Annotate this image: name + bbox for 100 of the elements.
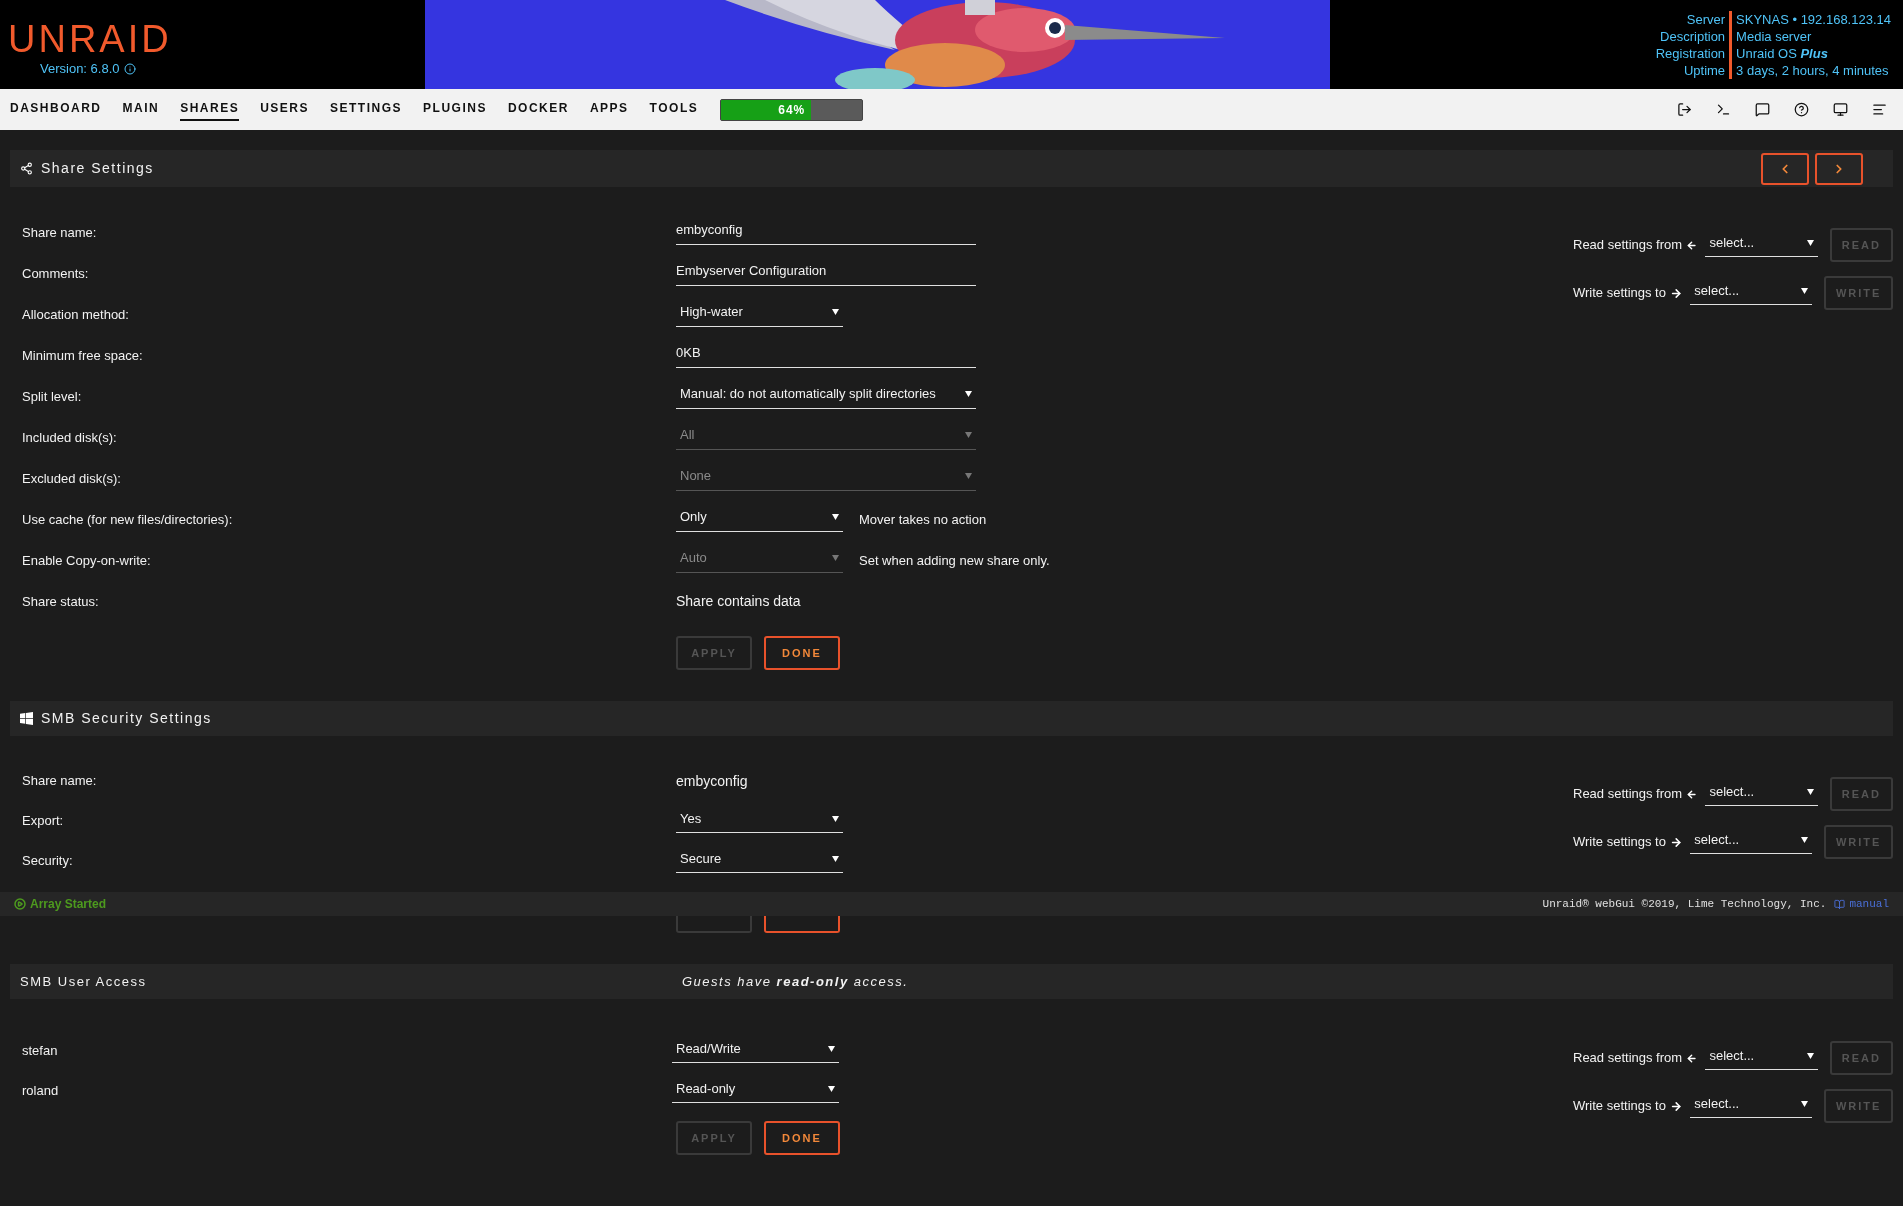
copy-label: Write settings to [1573,1097,1666,1116]
info-label: Server [1655,10,1733,28]
dropdown-caret-icon [1806,1052,1814,1059]
nav-tab[interactable]: MAIN [122,98,160,121]
section-title: Share Settings [41,159,154,178]
field-label: Security: [22,852,74,871]
select-field[interactable]: Read-only [672,1078,839,1104]
field-label: Enable Copy-on-write: [22,551,152,570]
input-field[interactable]: 0KB [676,343,976,368]
user-name: roland [22,1082,60,1101]
copy-label: Read settings from [1573,1049,1683,1068]
dropdown-caret-icon [1806,239,1814,246]
nav-tab[interactable]: USERS [260,98,310,121]
nav-tab[interactable]: SETTINGS [330,98,403,121]
field-note: Mover takes no action [859,510,987,529]
nav-tab[interactable]: TOOLS [649,98,699,121]
field-label: Excluded disk(s): [22,469,122,488]
dropdown-caret-icon [832,815,839,822]
field-value: embyconfig [676,771,748,791]
select-field[interactable]: Only [676,507,843,532]
info-label: Uptime [1655,61,1733,79]
arrow-right-icon [1669,835,1683,849]
logout-icon[interactable] [1677,102,1692,117]
feedback-icon[interactable] [1755,102,1770,117]
field-label: Split level: [22,387,83,406]
logo: UNRAID [8,18,173,59]
copy-label: Write settings to [1573,284,1666,303]
user-name: stefan [22,1042,59,1061]
select-field[interactable]: select... [1705,232,1818,258]
dropdown-caret-icon [832,855,839,862]
field-label: Use cache (for new files/directories): [22,510,234,529]
info-value: 3 days, 2 hours, 4 minutes [1735,61,1890,79]
copy-label: Read settings from [1573,785,1683,804]
guest-access-note: Guests have read-only access. [682,972,909,991]
windows-icon [20,712,33,725]
field-label: Share name: [22,223,98,242]
select-field[interactable]: Manual: do not automatically split directories [676,384,976,409]
info-icon[interactable] [123,62,136,75]
done-button[interactable]: DONE [764,1121,840,1155]
previous-button[interactable] [1761,152,1809,185]
copy-label: Write settings to [1573,833,1666,852]
nav-tab[interactable]: APPS [589,98,629,121]
dropdown-caret-icon [1806,788,1814,795]
version-text: Version: 6.8.0 [40,59,120,78]
dropdown-caret-icon [828,1045,835,1052]
input-field[interactable]: embyconfig [676,220,976,245]
field-label: Export: [22,812,65,831]
field-note: Set when adding new share only. [859,551,1050,570]
array-status: Array Started [30,896,107,913]
nav-tab[interactable]: DASHBOARD [10,98,102,121]
dropdown-caret-icon [1801,836,1809,843]
select-field[interactable]: select... [1690,1093,1813,1119]
terminal-icon[interactable] [1716,102,1731,117]
select-field[interactable]: Secure [676,848,843,874]
nav-tab[interactable]: PLUGINS [423,98,487,121]
dropdown-caret-icon [965,391,972,397]
copy-label: Read settings from [1573,236,1683,255]
field-label: Minimum free space: [22,346,144,365]
arrow-right-icon [1669,286,1683,300]
book-icon [1834,898,1846,910]
select-field[interactable]: select... [1705,781,1818,807]
field-label: Share status: [22,592,100,611]
next-button[interactable] [1815,152,1863,185]
field-label: Comments: [22,264,90,283]
field-value: Share contains data [676,592,801,611]
nav-tab[interactable]: DOCKER [507,98,569,121]
select-field[interactable]: select... [1705,1045,1818,1071]
info-value: Unraid OS Plus [1735,44,1829,62]
input-field[interactable]: Embyserver Configuration [676,261,976,286]
dropdown-caret-icon [832,309,839,315]
info-value: SKYNAS • 192.168.123.14 [1735,10,1891,28]
dropdown-caret-icon [1801,287,1809,294]
dropdown-caret-icon [832,514,839,520]
help-icon[interactable] [1794,102,1809,117]
arrow-left-icon [1686,1051,1698,1065]
done-button[interactable] [764,916,840,933]
info-label: Registration [1655,44,1733,62]
field-label: Allocation method: [22,305,130,324]
field-label: Share name: [22,772,98,791]
select-field[interactable]: High-water [676,302,843,327]
arrow-left-icon [1686,787,1698,801]
nav-tab[interactable]: SHARES [180,98,240,121]
monitor-icon[interactable] [1833,102,1848,117]
info-value: Media server [1735,27,1813,45]
section-title: SMB Security Settings [41,709,212,728]
dropdown-caret-icon [965,473,972,479]
copyright-text: Unraid® webGui ©2019, Lime Technology, Inc. [1542,896,1827,912]
arrow-right-icon [1669,1099,1683,1113]
select-field[interactable]: Read/Write [672,1038,839,1064]
info-label: Description [1655,27,1733,45]
select-field[interactable]: select... [1690,280,1813,306]
play-icon [14,898,26,910]
dropdown-caret-icon [1801,1100,1809,1107]
arrow-left-icon [1686,238,1698,252]
done-button[interactable]: DONE [764,636,840,670]
select-field[interactable]: Yes [676,808,843,834]
select-field[interactable]: select... [1690,829,1813,855]
menu-icon[interactable] [1872,102,1887,117]
share-icon [20,162,33,175]
progress-text: 64% [777,101,807,119]
